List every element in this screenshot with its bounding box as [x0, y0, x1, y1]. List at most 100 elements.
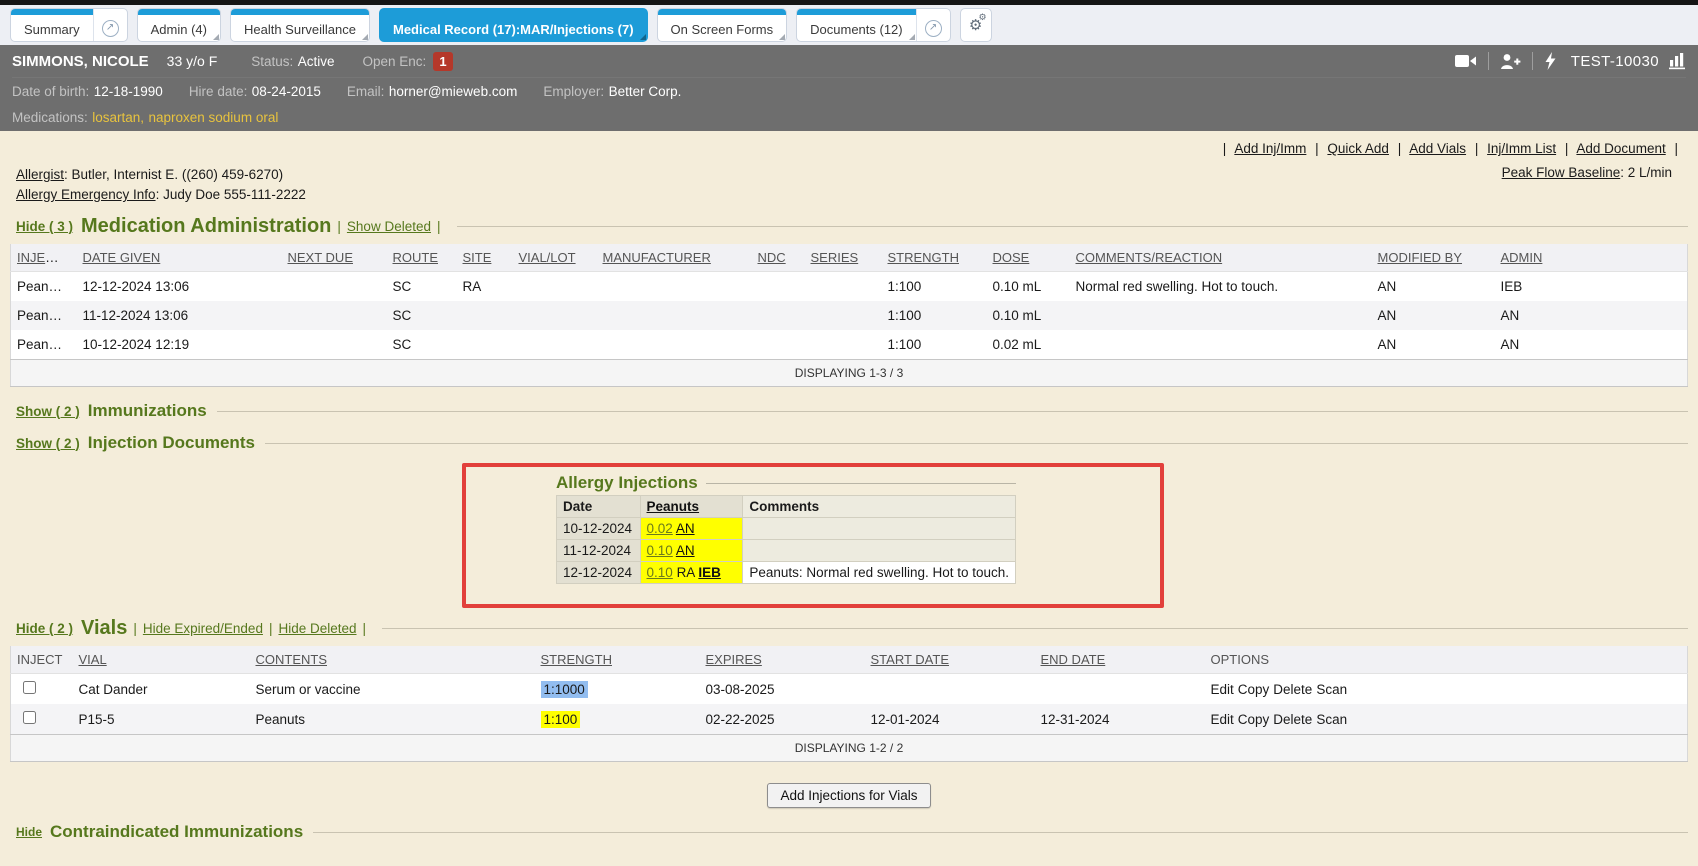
admin-initials-link[interactable]: IEB	[698, 565, 721, 580]
medication-link-naproxen[interactable]: naproxen sodium oral	[149, 110, 279, 125]
sort-series[interactable]: SERIES	[811, 250, 859, 265]
medication-link-losartan[interactable]: losartan	[92, 110, 140, 125]
tab-on-screen-forms[interactable]: On Screen Forms	[658, 9, 787, 41]
delete-link[interactable]: Delete	[1273, 682, 1312, 697]
employer-label: Employer:	[543, 84, 604, 99]
cell-options: Edit CopyDelete Scan	[1203, 704, 1688, 735]
cell-modified-by: AN	[1370, 330, 1493, 360]
sort-modified-by[interactable]: MODIFIED BY	[1378, 250, 1463, 265]
dose-link[interactable]: 0.02	[647, 521, 673, 536]
video-camera-icon[interactable]	[1455, 53, 1477, 69]
popout-icon: ↗	[102, 20, 119, 37]
sort-admin[interactable]: ADMIN	[1501, 250, 1543, 265]
inj-imm-list-link[interactable]: Inj/Imm List	[1487, 141, 1556, 156]
copy-link[interactable]: Copy	[1238, 682, 1270, 697]
tab-label: Documents (12)	[810, 22, 902, 37]
sort-manufacturer[interactable]: MANUFACTURER	[603, 250, 711, 265]
sort-vial[interactable]: VIAL	[79, 652, 107, 667]
tab-documents-group: Documents (12) ↗	[796, 8, 950, 42]
add-injections-for-vials-button[interactable]: Add Injections for Vials	[767, 783, 930, 808]
status-label: Status:	[251, 54, 293, 69]
admin-initials-link[interactable]: AN	[676, 521, 695, 536]
cell-route: SC	[385, 272, 455, 302]
add-inj-imm-link[interactable]: Add Inj/Imm	[1234, 141, 1306, 156]
sort-start-date[interactable]: START DATE	[871, 652, 950, 667]
menu-notch-icon	[362, 34, 368, 40]
patient-id: TEST-10030	[1571, 53, 1659, 70]
allergy-emergency-info-link[interactable]: Allergy Emergency Info	[16, 187, 156, 202]
dose-link[interactable]: 0.10	[647, 565, 673, 580]
quick-add-link[interactable]: Quick Add	[1327, 141, 1389, 156]
settings-gear-small-icon: ⚙	[979, 12, 987, 23]
hide-expired-ended-link[interactable]: Hide Expired/Ended	[143, 621, 263, 636]
injection-documents-show-toggle[interactable]: Show ( 2 )	[16, 436, 80, 451]
sort-site[interactable]: SITE	[463, 250, 492, 265]
add-vials-link[interactable]: Add Vials	[1409, 141, 1466, 156]
sort-expires[interactable]: EXPIRES	[706, 652, 762, 667]
scan-link[interactable]: Scan	[1316, 682, 1347, 697]
table-row: Peanuts 12-12-2024 13:06 SC RA 1:100 0.1…	[11, 272, 1688, 302]
sort-date-given[interactable]: DATE GIVEN	[83, 250, 161, 265]
hide-deleted-link[interactable]: Hide Deleted	[278, 621, 356, 636]
sort-strength[interactable]: STRENGTH	[541, 652, 613, 667]
lightning-bolt-icon[interactable]	[1544, 52, 1557, 70]
vials-hide-toggle[interactable]: Hide ( 2 )	[16, 621, 73, 636]
allergist-link[interactable]: Allergist	[16, 167, 64, 182]
menu-notch-icon	[213, 34, 219, 40]
copy-link[interactable]: Copy	[1238, 712, 1270, 727]
scan-link[interactable]: Scan	[1316, 712, 1347, 727]
settings-button[interactable]: ⚙ ⚙	[960, 8, 992, 42]
tab-summary[interactable]: Summary	[11, 9, 93, 41]
injection-documents-header: Show ( 2 ) Injection Documents	[10, 433, 1688, 453]
cell-injection: Peanuts	[11, 272, 75, 302]
allergy-header-date: Date	[557, 496, 641, 518]
admin-initials-link[interactable]: AN	[676, 543, 695, 558]
tab-medical-record[interactable]: Medical Record (17):MAR/Injections (7)	[380, 9, 647, 41]
peak-flow-baseline-link[interactable]: Peak Flow Baseline	[1502, 165, 1621, 180]
cell-manufacturer	[595, 330, 750, 360]
sort-strength[interactable]: STRENGTH	[888, 250, 960, 265]
dob-label: Date of birth:	[12, 84, 89, 99]
sort-route[interactable]: ROUTE	[393, 250, 439, 265]
main-content: | Add Inj/Imm | Quick Add | Add Vials | …	[0, 131, 1698, 866]
sort-contents[interactable]: CONTENTS	[256, 652, 328, 667]
add-person-icon[interactable]	[1500, 53, 1521, 70]
cell-site	[455, 301, 511, 330]
section-rule	[265, 443, 1688, 444]
vial-inject-checkbox[interactable]	[23, 711, 36, 724]
flowsheet-chart-icon[interactable]	[1669, 52, 1686, 70]
tab-documents[interactable]: Documents (12)	[797, 9, 915, 41]
immunizations-header: Show ( 2 ) Immunizations	[10, 401, 1688, 421]
sort-ndc[interactable]: NDC	[758, 250, 786, 265]
allergy-header-peanuts-link[interactable]: Peanuts	[647, 499, 700, 514]
vial-inject-checkbox[interactable]	[23, 681, 36, 694]
edit-link[interactable]: Edit	[1211, 682, 1234, 697]
sort-dose[interactable]: DOSE	[993, 250, 1030, 265]
menu-notch-icon	[640, 34, 646, 40]
cell-dose: 0.02 mL	[985, 330, 1068, 360]
sort-comments[interactable]: COMMENTS/REACTION	[1076, 250, 1223, 265]
open-encounter-badge[interactable]: 1	[433, 52, 452, 71]
sort-next-due[interactable]: NEXT DUE	[288, 250, 354, 265]
pipe: |	[1565, 141, 1569, 156]
tab-health-surveillance[interactable]: Health Surveillance	[231, 9, 369, 41]
add-document-link[interactable]: Add Document	[1576, 141, 1665, 156]
sort-end-date[interactable]: END DATE	[1041, 652, 1106, 667]
tab-admin[interactable]: Admin (4)	[138, 9, 220, 41]
show-deleted-link[interactable]: Show Deleted	[347, 219, 431, 234]
dose-link[interactable]: 0.10	[647, 543, 673, 558]
edit-link[interactable]: Edit	[1211, 712, 1234, 727]
tab-summary-group: Summary ↗	[10, 8, 128, 42]
med-admin-hide-toggle[interactable]: Hide ( 3 )	[16, 219, 73, 234]
immunizations-show-toggle[interactable]: Show ( 2 )	[16, 404, 80, 419]
summary-popout-button[interactable]: ↗	[93, 9, 127, 41]
delete-link[interactable]: Delete	[1273, 712, 1312, 727]
immunizations-title: Immunizations	[88, 401, 207, 421]
documents-popout-button[interactable]: ↗	[916, 9, 950, 41]
cell-next-due	[280, 301, 385, 330]
cell-admin: IEB	[1493, 272, 1688, 302]
contraindicated-hide-toggle[interactable]: Hide	[16, 825, 42, 839]
medication-administration-header: Hide ( 3 ) Medication Administration | S…	[10, 215, 1688, 238]
sort-vial-lot[interactable]: VIAL/LOT	[519, 250, 576, 265]
sort-injection[interactable]: INJECTION	[17, 250, 75, 265]
